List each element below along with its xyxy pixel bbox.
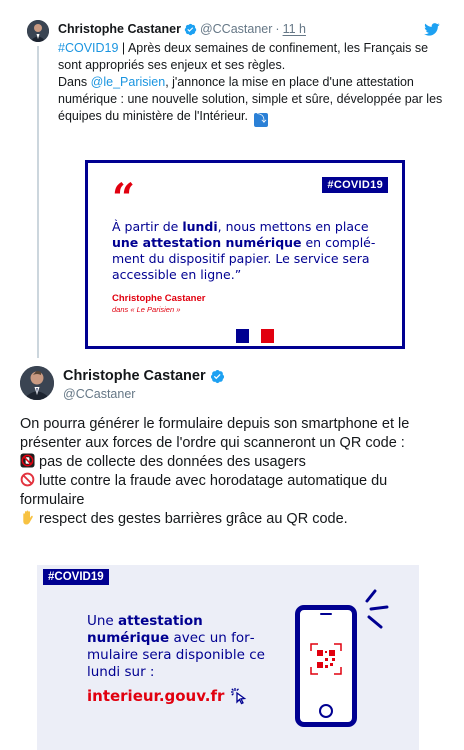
quote-card-hashtag: #COVID19: [322, 177, 388, 193]
main-author-handle[interactable]: @CCastaner: [63, 387, 135, 401]
quote-card-source: dans « Le Parisien »: [112, 305, 181, 314]
quote-card-image[interactable]: #COVID19 “ À partir de lundi, nous metto…: [85, 160, 405, 349]
quote-text-d: une attestation numérique: [112, 235, 302, 250]
parent-tweet-text: #COVID19 | Après deux semaines de confin…: [58, 40, 446, 127]
verified-badge-icon: [210, 369, 224, 383]
hashtag-link[interactable]: #COVID19: [58, 41, 118, 55]
bullet-point-3-text: respect des gestes barrières grâce au QR…: [39, 511, 348, 527]
prohibited-icon: [20, 472, 35, 487]
parent-author-handle[interactable]: @CCastaner: [200, 22, 272, 36]
infographic-image[interactable]: #COVID19 Une attestation numérique avec …: [37, 565, 419, 750]
quote-card-author: Christophe Castaner: [112, 293, 206, 304]
qr-code-icon: [310, 643, 342, 675]
republique-francaise-logo: [236, 329, 275, 343]
infographic-hashtag: #COVID19: [43, 569, 109, 585]
twitter-bird-icon[interactable]: [424, 23, 440, 36]
quote-text-a: À partir de: [112, 219, 183, 234]
bullet-point-1-text: pas de collecte des données des usagers: [39, 454, 306, 470]
mention-link[interactable]: @le_Parisien: [91, 75, 166, 89]
quote-text-c: , nous mettons en place: [217, 219, 369, 234]
infographic-url: interieur.gouv.fr: [87, 687, 252, 705]
quote-mark-icon: “: [112, 175, 136, 222]
main-tweet-text: On pourra générer le formulaire depuis s…: [20, 415, 450, 529]
phone-speaker: [320, 613, 332, 615]
infographic-text: Une attestation numérique avec un for­mu…: [87, 613, 277, 681]
raised-hand-icon: [23, 510, 33, 525]
parent-tweet[interactable]: Christophe Castaner @CCastaner · 11 h #C…: [58, 20, 446, 127]
no-mobile-phones-icon: [20, 453, 35, 468]
bullet-point-2-text: lutte contre la fraude avec horodatage a…: [20, 473, 388, 508]
infographic-url-text: interieur.gouv.fr: [87, 687, 225, 705]
phone-home-button: [319, 704, 333, 718]
click-cursor-icon: [231, 688, 247, 705]
quote-text-b: lundi: [182, 219, 218, 234]
thread-line: [37, 46, 39, 358]
main-author-name-text[interactable]: Christophe Castaner: [63, 368, 206, 384]
main-author-avatar[interactable]: [20, 366, 54, 400]
scan-signal-icon: [365, 589, 389, 629]
parent-tweet-time[interactable]: 11 h: [283, 22, 306, 36]
verified-badge-icon: [184, 23, 197, 35]
smartphone-icon: [295, 605, 357, 727]
info-text-a: Une: [87, 613, 119, 629]
main-author-name[interactable]: Christophe Castaner: [63, 368, 228, 384]
bullet-point-3: respect des gestes barrières grâce au QR…: [20, 510, 450, 529]
parent-text-part2-prefix: Dans: [58, 75, 91, 89]
right-arrow-curving-down-icon: ⤵: [254, 113, 269, 127]
header-separator: ·: [275, 22, 280, 36]
bullet-point-1: pas de collecte des données des usagers: [20, 453, 450, 472]
parent-tweet-header: Christophe Castaner @CCastaner · 11 h: [58, 20, 446, 38]
main-tweet-intro: On pourra générer le formulaire depuis s…: [20, 416, 410, 451]
bullet-point-2: lutte contre la fraude avec horodatage a…: [20, 472, 450, 510]
quote-card-text: À partir de lundi, nous mettons en place…: [112, 219, 392, 283]
parent-author-name[interactable]: Christophe Castaner: [58, 22, 181, 36]
parent-author-avatar[interactable]: [27, 20, 49, 42]
